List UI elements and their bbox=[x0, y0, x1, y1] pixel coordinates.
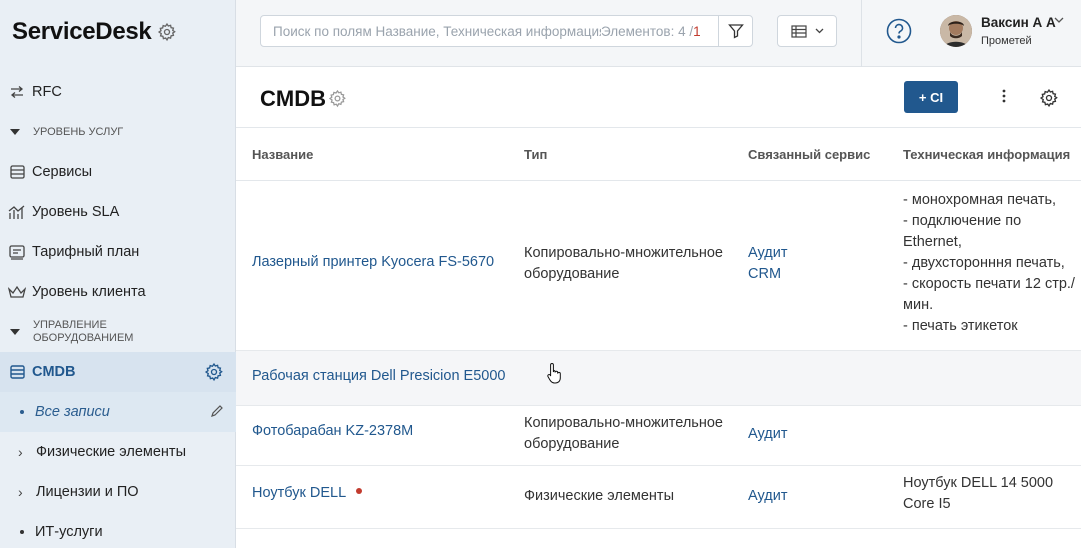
sidebar-group-service-level[interactable]: УРОВЕНЬ УСЛУГ bbox=[0, 112, 236, 152]
column-header-type[interactable]: Тип bbox=[524, 147, 547, 162]
column-header-tech-info[interactable]: Техническая информация bbox=[903, 147, 1070, 162]
sidebar-item-sla[interactable]: Уровень SLA bbox=[0, 192, 236, 232]
filter-icon bbox=[727, 24, 744, 39]
row-type: Физические элементы bbox=[524, 488, 674, 504]
element-count: Элементов: 4 /1 bbox=[601, 23, 701, 39]
caret-down-icon bbox=[10, 329, 20, 335]
price-list-icon bbox=[8, 243, 26, 261]
user-name[interactable]: Ваксин А А bbox=[981, 15, 1056, 30]
table-row[interactable]: Ноутбук DELL Физические элементы Аудит Н… bbox=[236, 466, 1081, 529]
gear-icon[interactable] bbox=[204, 362, 224, 382]
topbar: Поиск по полям Название, Техническая инф… bbox=[236, 0, 1081, 67]
row-tech-info: Ноутбук DELL 14 5000 Core I5 bbox=[903, 475, 1054, 512]
caret-down-icon bbox=[10, 129, 20, 135]
table-view-icon bbox=[790, 24, 807, 38]
hand-cursor-icon bbox=[547, 362, 561, 384]
gear-icon[interactable] bbox=[157, 22, 177, 42]
sidebar-item-physical[interactable]: › Физические элементы bbox=[0, 432, 236, 472]
sidebar-item-services[interactable]: Сервисы bbox=[0, 152, 236, 192]
row-type: Копировально-множительное оборудование bbox=[524, 245, 723, 282]
bullet-icon bbox=[20, 410, 24, 414]
gear-icon[interactable] bbox=[1039, 88, 1059, 108]
user-org: Прометей bbox=[981, 35, 1032, 47]
sidebar-item-label: Уровень клиента bbox=[32, 284, 146, 300]
table-row[interactable]: Лазерный принтер Kyocera FS-5670 Копиров… bbox=[236, 181, 1081, 351]
row-name-link[interactable]: Фотобарабан KZ-2378M bbox=[252, 421, 413, 442]
sidebar-item-label: ИТ-услуги bbox=[35, 524, 103, 540]
sidebar-item-it-services[interactable]: ИТ-услуги bbox=[0, 512, 236, 552]
server-icon bbox=[8, 363, 26, 381]
sidebar-item-label: CMDB bbox=[32, 364, 76, 380]
sidebar-item-client-level[interactable]: Уровень клиента bbox=[0, 272, 236, 312]
crown-icon bbox=[8, 283, 26, 301]
service-link[interactable]: Аудит bbox=[748, 486, 787, 507]
alert-dot-icon bbox=[356, 488, 363, 494]
chevron-right-icon: › bbox=[18, 444, 23, 460]
sidebar-nav: RFC УРОВЕНЬ УСЛУГ Сервисы Уровень SLA Та… bbox=[0, 72, 236, 552]
column-header-name[interactable]: Название bbox=[252, 147, 313, 162]
server-icon bbox=[8, 163, 26, 181]
sidebar-item-cmdb[interactable]: CMDB bbox=[0, 352, 236, 392]
chevron-down-icon bbox=[815, 28, 823, 34]
sidebar-group-equipment[interactable]: УПРАВЛЕНИЕ ОБОРУДОВАНИЕМ bbox=[0, 312, 236, 352]
avatar[interactable] bbox=[940, 15, 972, 47]
app-title: ServiceDesk bbox=[12, 18, 152, 45]
view-mode-button[interactable] bbox=[777, 15, 837, 47]
search-input[interactable]: Поиск по полям Название, Техническая инф… bbox=[260, 15, 753, 47]
sidebar-item-rfc[interactable]: RFC bbox=[0, 72, 236, 112]
sidebar-item-label: Тарифный план bbox=[32, 244, 140, 260]
service-link[interactable]: Аудит bbox=[748, 424, 787, 445]
row-name-link[interactable]: Рабочая станция Dell Presicion E5000 bbox=[252, 366, 506, 387]
row-name-link[interactable]: Лазерный принтер Kyocera FS-5670 bbox=[252, 252, 494, 273]
sidebar-item-label: Все записи bbox=[35, 404, 110, 420]
filter-button[interactable] bbox=[718, 16, 752, 46]
service-link[interactable]: Аудит bbox=[748, 243, 787, 264]
sidebar-item-label: Лицензии и ПО bbox=[36, 484, 139, 500]
pencil-icon[interactable] bbox=[210, 404, 224, 418]
help-icon[interactable] bbox=[886, 18, 912, 44]
sidebar-item-label: Физические элементы bbox=[36, 444, 186, 460]
page-title: CMDB bbox=[260, 86, 326, 111]
row-type: Копировально-множительное оборудование bbox=[524, 415, 723, 452]
bullet-icon bbox=[20, 530, 24, 534]
row-name-link[interactable]: Ноутбук DELL bbox=[252, 485, 346, 501]
sidebar-item-tariff[interactable]: Тарифный план bbox=[0, 232, 236, 272]
cmdb-table: Название Тип Связанный сервис Техническа… bbox=[236, 128, 1081, 529]
sidebar-group-label: УРОВЕНЬ УСЛУГ bbox=[33, 125, 124, 138]
row-services: Аудит CRM bbox=[748, 243, 787, 285]
chevron-right-icon: › bbox=[18, 484, 23, 500]
sidebar-item-label: Сервисы bbox=[32, 164, 93, 180]
gear-icon[interactable] bbox=[328, 89, 347, 108]
more-vertical-icon[interactable] bbox=[1002, 89, 1006, 103]
sidebar: ServiceDesk RFC УРОВЕНЬ УСЛУГ Сервисы Ур… bbox=[0, 0, 236, 548]
logo[interactable]: ServiceDesk bbox=[12, 18, 177, 46]
service-link[interactable]: CRM bbox=[748, 264, 787, 285]
table-row[interactable]: Фотобарабан KZ-2378M Копировально-множит… bbox=[236, 406, 1081, 466]
sidebar-group-label: УПРАВЛЕНИЕ ОБОРУДОВАНИЕМ bbox=[33, 319, 134, 344]
table-row[interactable]: Рабочая станция Dell Presicion E5000 bbox=[236, 351, 1081, 406]
sidebar-item-label: RFC bbox=[32, 84, 62, 100]
swap-arrows-icon bbox=[8, 83, 26, 101]
sidebar-item-label: Уровень SLA bbox=[32, 204, 120, 220]
page-header: CMDB + CI bbox=[236, 67, 1081, 128]
table-header: Название Тип Связанный сервис Техническа… bbox=[236, 128, 1081, 181]
add-ci-button[interactable]: + CI bbox=[904, 81, 958, 113]
row-tech-info: - монохромная печать, - подключение по E… bbox=[903, 192, 1075, 334]
divider bbox=[861, 0, 862, 67]
chart-icon bbox=[8, 203, 26, 221]
sidebar-item-licenses[interactable]: › Лицензии и ПО bbox=[0, 472, 236, 512]
row-name-cell: Ноутбук DELL bbox=[252, 483, 363, 504]
search-placeholder: Поиск по полям Название, Техническая инф… bbox=[273, 23, 601, 39]
sidebar-item-all-records[interactable]: Все записи bbox=[0, 392, 236, 432]
column-header-service[interactable]: Связанный сервис bbox=[748, 147, 870, 162]
chevron-down-icon[interactable] bbox=[1054, 17, 1064, 24]
